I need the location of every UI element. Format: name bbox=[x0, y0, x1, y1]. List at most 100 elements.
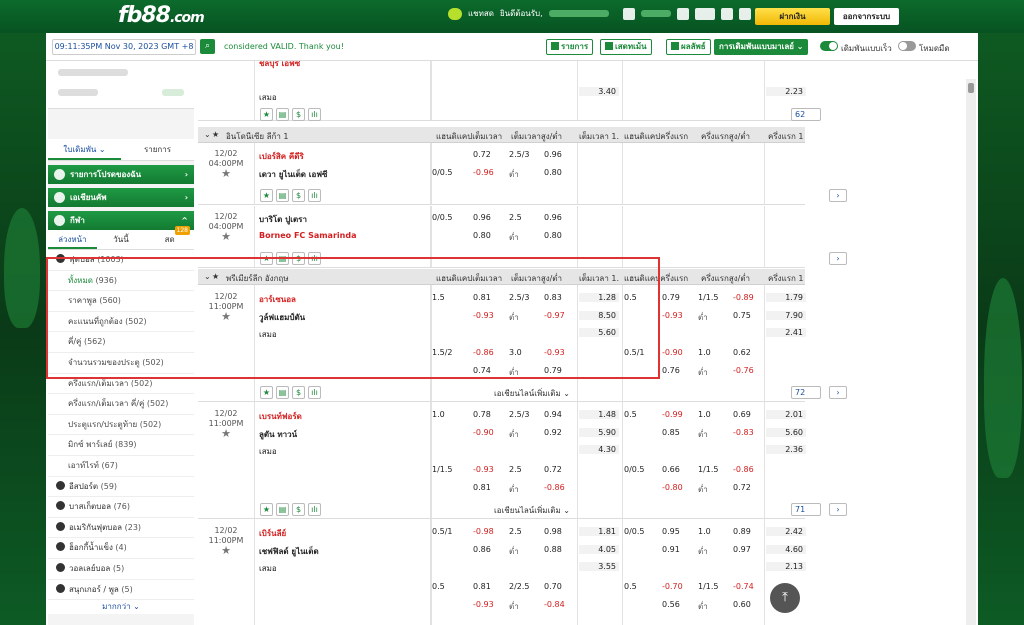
team-home[interactable]: เบรนท์ฟอร์ด bbox=[259, 410, 302, 423]
league-header[interactable]: ⌄ ★ อินโดนีเซีย ลีก้า 1 แฮนดิแคปเต็มเวลา เต็… bbox=[198, 127, 805, 143]
favorite-star-icon[interactable]: ★ bbox=[198, 168, 254, 179]
stats-icon[interactable]: ▤ bbox=[276, 386, 289, 399]
team-home[interactable]: อาร์เซนอล bbox=[259, 293, 296, 306]
odds-value[interactable]: 0.78 bbox=[473, 410, 491, 419]
refresh-icon[interactable] bbox=[676, 7, 689, 20]
odds-box[interactable]: 5.60 bbox=[766, 428, 806, 437]
sidebar-item-football-8[interactable]: มิกซ์ พาร์เลย์ (839) bbox=[48, 435, 194, 456]
chart-icon[interactable]: ılı bbox=[308, 108, 321, 121]
odds-value[interactable]: 0.80 bbox=[544, 231, 562, 240]
odds-value[interactable]: -0.86 bbox=[733, 465, 754, 474]
odds-value[interactable]: 0.80 bbox=[473, 231, 491, 240]
checklist-icon[interactable] bbox=[738, 7, 751, 20]
odds-value[interactable]: 0.72 bbox=[733, 483, 751, 492]
odds-box[interactable]: 2.36 bbox=[766, 445, 806, 454]
odds-value[interactable]: -0.93 bbox=[473, 600, 494, 609]
odds-value[interactable]: 0.94 bbox=[544, 410, 562, 419]
star-icon[interactable]: ★ bbox=[212, 272, 219, 281]
odds-value[interactable]: 0.70 bbox=[544, 582, 562, 591]
star-icon[interactable]: ★ bbox=[212, 130, 219, 139]
odds-value[interactable]: -0.76 bbox=[733, 366, 754, 375]
next-button[interactable]: › bbox=[829, 386, 847, 399]
chart-icon[interactable]: ılı bbox=[308, 252, 321, 265]
favorite-star-icon[interactable]: ★ bbox=[260, 386, 273, 399]
sidebar-sport-3[interactable]: ฮ็อกกี้น้ำแข็ง (4) bbox=[48, 538, 194, 559]
league-header[interactable]: ⌄ ★ พรีเมียร์ลีก อังกฤษ แฮนดิแคปเต็มเวลา เต็… bbox=[198, 269, 805, 285]
odds-value[interactable]: -0.93 bbox=[544, 348, 565, 357]
sidebar-item-football-7[interactable]: ประตูแรก/ประตูท้าย (502) bbox=[48, 414, 194, 436]
odds-box[interactable]: 4.30 bbox=[579, 445, 619, 454]
favorite-star-icon[interactable]: ★ bbox=[260, 189, 273, 202]
odds-value[interactable]: 0.74 bbox=[473, 366, 491, 375]
sidebar-sport-0[interactable]: อีสปอร์ต (59) bbox=[48, 476, 194, 498]
next-button[interactable]: › bbox=[829, 189, 847, 202]
odds-value[interactable]: 0.92 bbox=[544, 428, 562, 437]
favorite-star-icon[interactable]: ★ bbox=[260, 108, 273, 121]
sidebar-sport-1[interactable]: บาสเก็ตบอล (76) bbox=[48, 497, 194, 518]
odds-value[interactable]: -0.70 bbox=[662, 582, 683, 591]
odds-box[interactable]: 1.79 bbox=[766, 293, 806, 302]
odds-value[interactable]: 0.91 bbox=[662, 545, 680, 554]
collapse-icon[interactable]: ⌄ bbox=[204, 130, 211, 139]
favorite-star-icon[interactable]: ★ bbox=[198, 311, 254, 322]
sidebar-item-football-3[interactable]: คี่/คู่ (562) bbox=[48, 332, 194, 353]
odds-type-select[interactable]: การเดิมพันแบบมาเลย์ ⌄ bbox=[714, 39, 809, 55]
dollar-icon[interactable]: $ bbox=[292, 252, 305, 265]
odds-box[interactable]: 4.05 bbox=[579, 545, 619, 554]
odds-value[interactable]: 0.79 bbox=[544, 366, 562, 375]
dollar-icon[interactable]: $ bbox=[292, 108, 305, 121]
odds-value[interactable]: -0.86 bbox=[473, 348, 494, 357]
odds-value[interactable]: 0.81 bbox=[473, 582, 491, 591]
odds-value[interactable]: -0.83 bbox=[733, 428, 754, 437]
team-home[interactable]: เบิร์นลีย์ bbox=[259, 527, 286, 540]
sidebar-item-football-2[interactable]: คะแนนที่ถูกต้อง (502) bbox=[48, 311, 194, 333]
odds-box[interactable]: 4.60 bbox=[766, 545, 806, 554]
odds-value[interactable]: -0.84 bbox=[544, 600, 565, 609]
odds-value[interactable]: 0.88 bbox=[544, 545, 562, 554]
quick-bet-toggle[interactable] bbox=[820, 41, 838, 51]
odds-value[interactable]: -0.99 bbox=[662, 410, 683, 419]
odds-value[interactable]: 0.96 bbox=[544, 150, 562, 159]
odds-value[interactable]: 0.72 bbox=[544, 465, 562, 474]
odds-value[interactable]: 0.89 bbox=[733, 527, 751, 536]
odds-value[interactable]: 0.62 bbox=[733, 348, 751, 357]
page-scrollbar[interactable] bbox=[966, 79, 976, 625]
more-sports-link[interactable]: มากกว่า ⌄ bbox=[48, 600, 194, 615]
chat-link[interactable]: แชทสด bbox=[468, 7, 494, 20]
tab-list[interactable]: รายการ bbox=[121, 139, 194, 160]
chart-icon[interactable]: ılı bbox=[308, 386, 321, 399]
odds-box[interactable]: 2.01 bbox=[766, 410, 806, 419]
sidebar-item-football-5[interactable]: ครึ่งแรก/เต็มเวลา (502) bbox=[48, 373, 194, 395]
odds-value[interactable]: 0.72 bbox=[473, 150, 491, 159]
odds-box[interactable]: 2.23 bbox=[766, 87, 806, 96]
team-away[interactable]: วูล์ฟแฮมป์ตัน bbox=[259, 311, 305, 324]
odds-value[interactable]: -0.96 bbox=[473, 168, 494, 177]
stats-icon[interactable]: ▤ bbox=[276, 108, 289, 121]
favorite-star-icon[interactable]: ★ bbox=[260, 252, 273, 265]
favorite-star-icon[interactable]: ★ bbox=[260, 503, 273, 516]
market-count[interactable]: 71 bbox=[791, 503, 821, 516]
user-icon[interactable] bbox=[720, 7, 733, 20]
dollar-icon[interactable]: $ bbox=[292, 503, 305, 516]
odds-box[interactable]: 1.28 bbox=[579, 293, 619, 302]
odds-value[interactable]: -0.90 bbox=[473, 428, 494, 437]
odds-value[interactable]: -0.89 bbox=[733, 293, 754, 302]
favorites-bar[interactable]: รายการโปรดของฉัน › bbox=[48, 165, 194, 184]
dollar-icon[interactable]: $ bbox=[292, 386, 305, 399]
sidebar-item-football-9[interactable]: เอาท์ไรท์ (67) bbox=[48, 455, 194, 477]
asian-cup-bar[interactable]: เอเชียนคัพ › bbox=[48, 188, 194, 207]
odds-value[interactable]: 0.76 bbox=[662, 366, 680, 375]
odds-box[interactable]: 5.60 bbox=[579, 328, 619, 337]
sidebar-sport-2[interactable]: อเมริกันฟุตบอล (23) bbox=[48, 517, 194, 539]
promo-icon[interactable] bbox=[694, 7, 715, 20]
dollar-icon[interactable]: $ bbox=[292, 189, 305, 202]
odds-value[interactable]: 0.75 bbox=[733, 311, 751, 320]
odds-value[interactable]: 0.80 bbox=[544, 168, 562, 177]
scroll-to-top-button[interactable]: ⤒ bbox=[770, 583, 800, 613]
next-button[interactable]: › bbox=[829, 252, 847, 265]
tab-bet-slip[interactable]: ใบเดิมพัน ⌄ bbox=[48, 139, 121, 160]
chart-icon[interactable]: ılı bbox=[308, 189, 321, 202]
odds-box[interactable]: 2.41 bbox=[766, 328, 806, 337]
odds-value[interactable]: 0.95 bbox=[662, 527, 680, 536]
sidebar-item-football-1[interactable]: ราคาพูล (560) bbox=[48, 291, 194, 312]
